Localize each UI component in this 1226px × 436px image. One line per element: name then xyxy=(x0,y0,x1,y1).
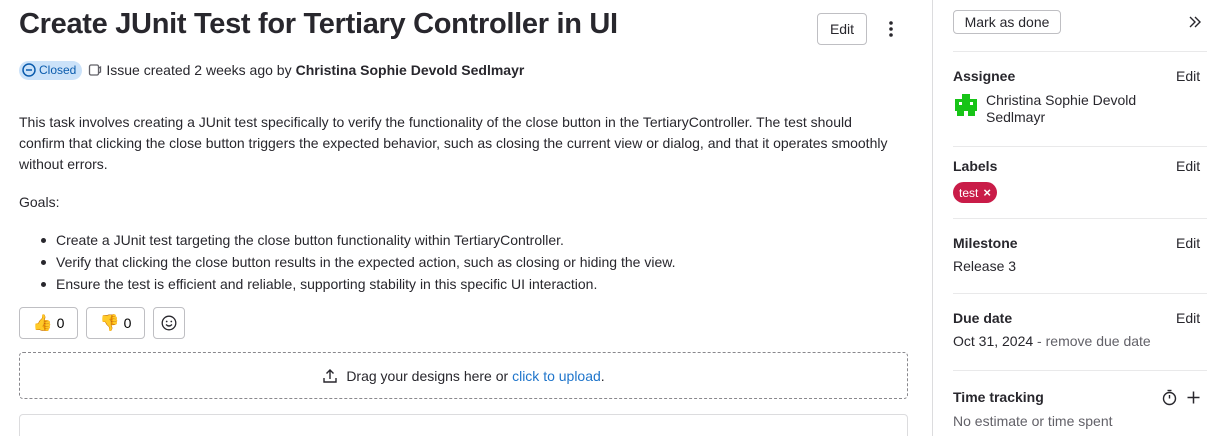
thumbs-up-icon: 👍 xyxy=(32,315,53,332)
more-actions-icon[interactable] xyxy=(878,13,904,45)
thumbs-down-count: 0 xyxy=(123,315,132,331)
time-tracking-value: No estimate or time spent xyxy=(953,413,1113,429)
click-to-upload-link[interactable]: click to upload xyxy=(512,368,601,384)
divider xyxy=(953,146,1207,147)
upload-icon xyxy=(322,368,338,384)
thumbs-up-button[interactable]: 👍 0 xyxy=(19,307,78,339)
thumbs-up-count: 0 xyxy=(56,315,65,331)
due-date-separator: - xyxy=(1033,333,1046,349)
divider xyxy=(953,51,1207,52)
thumbs-down-icon: 👎 xyxy=(99,315,120,332)
issue-meta: Closed Issue created 2 weeks ago by Chri… xyxy=(19,60,524,80)
remove-label-icon[interactable]: × xyxy=(983,185,991,200)
due-date-value: Oct 31, 2024 xyxy=(953,333,1034,349)
upload-text: Drag your designs here or xyxy=(346,367,509,384)
assignee-edit-button[interactable]: Edit xyxy=(1176,68,1200,84)
due-date-row: Oct 31, 2024 - remove due date xyxy=(953,333,1151,349)
divider xyxy=(953,293,1207,294)
goals-list: Create a JUnit test targeting the close … xyxy=(19,229,899,295)
labels-edit-button[interactable]: Edit xyxy=(1176,158,1200,174)
edit-issue-button[interactable]: Edit xyxy=(817,13,867,45)
label-test[interactable]: test × xyxy=(953,182,997,203)
collapse-sidebar-icon[interactable] xyxy=(1185,12,1205,32)
milestone-edit-button[interactable]: Edit xyxy=(1176,235,1200,251)
author-link[interactable]: Christina Sophie Devold Sedlmayr xyxy=(296,62,525,78)
milestone-title: Milestone xyxy=(953,235,1018,251)
stopwatch-icon[interactable] xyxy=(1161,389,1178,406)
labels-title: Labels xyxy=(953,158,998,174)
issue-main: Create JUnit Test for Tertiary Controlle… xyxy=(0,0,932,436)
list-item: Ensure the test is efficient and reliabl… xyxy=(19,273,899,295)
thumbs-down-button[interactable]: 👎 0 xyxy=(86,307,145,339)
remove-due-date-link[interactable]: remove due date xyxy=(1046,333,1151,349)
assignee-title: Assignee xyxy=(953,68,1016,84)
goals-heading: Goals: xyxy=(19,194,60,210)
assignee-name[interactable]: Christina Sophie Devold Sedlmayr xyxy=(986,92,1186,126)
child-items-panel xyxy=(19,414,908,436)
status-label: Closed xyxy=(39,63,77,77)
divider xyxy=(953,370,1207,371)
label-text: test xyxy=(959,185,979,200)
list-item: Create a JUnit test targeting the close … xyxy=(19,229,899,251)
avatar[interactable] xyxy=(954,93,978,117)
status-badge: Closed xyxy=(19,60,83,80)
issue-description: This task involves creating a JUnit test… xyxy=(19,114,888,172)
time-tracking-title: Time tracking xyxy=(953,389,1044,405)
due-date-edit-button[interactable]: Edit xyxy=(1176,310,1200,326)
smiley-icon xyxy=(161,315,177,331)
issue-type-icon xyxy=(88,63,102,77)
due-date-title: Due date xyxy=(953,310,1013,326)
created-text: Issue created 2 weeks ago by xyxy=(106,62,292,78)
divider xyxy=(953,218,1207,219)
closed-status-icon xyxy=(22,63,36,77)
milestone-value[interactable]: Release 3 xyxy=(953,258,1016,274)
add-time-icon[interactable] xyxy=(1186,390,1201,405)
upload-suffix: . xyxy=(600,367,605,384)
mark-as-done-button[interactable]: Mark as done xyxy=(953,10,1061,34)
list-item: Verify that clicking the close button re… xyxy=(19,251,899,273)
issue-title: Create JUnit Test for Tertiary Controlle… xyxy=(19,8,618,40)
add-reaction-button[interactable] xyxy=(153,307,185,339)
design-upload-dropzone[interactable]: Drag your designs here or click to uploa… xyxy=(19,352,908,399)
